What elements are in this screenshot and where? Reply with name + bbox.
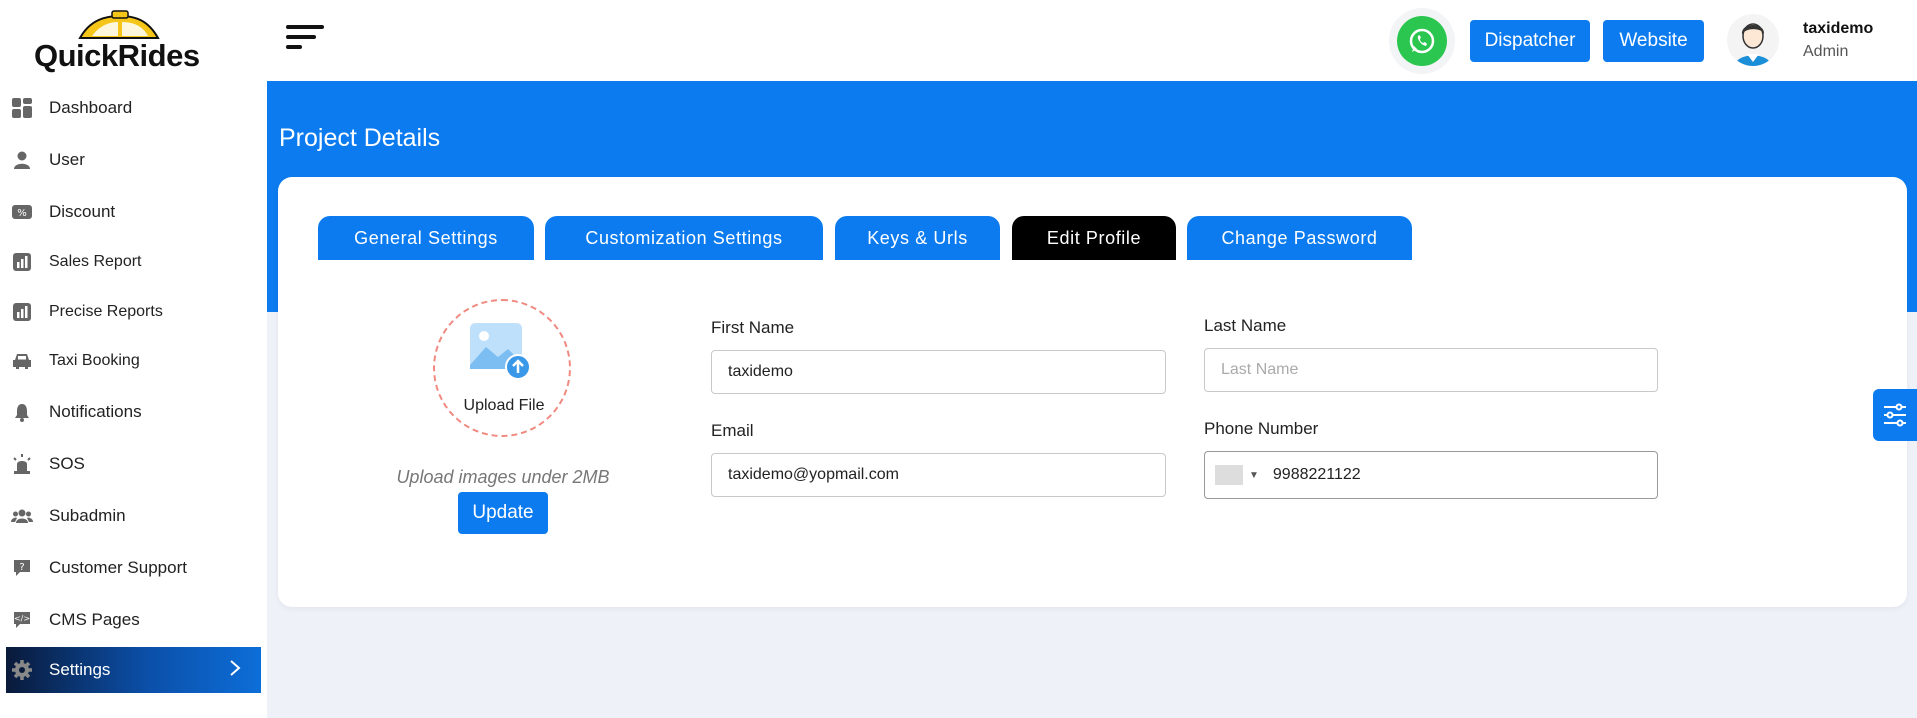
- email-label: Email: [711, 421, 754, 440]
- svg-text:</>: </>: [14, 614, 30, 623]
- user-icon: [11, 149, 33, 171]
- sidebar-item-sales-report[interactable]: Sales Report: [6, 239, 261, 285]
- caret-down-icon[interactable]: ▼: [1249, 470, 1259, 481]
- sidebar-item-label: Sales Report: [49, 253, 142, 270]
- tab-edit-profile[interactable]: Edit Profile: [1012, 216, 1176, 260]
- tab-change-password[interactable]: Change Password: [1187, 216, 1412, 260]
- sidebar-item-precise-reports[interactable]: Precise Reports: [6, 289, 261, 335]
- phone-field[interactable]: ▼ 9988221122: [1204, 451, 1658, 499]
- whatsapp-icon: [1397, 16, 1447, 66]
- customizer-toggle[interactable]: [1873, 389, 1917, 441]
- tab-customization-settings[interactable]: Customization Settings: [545, 216, 823, 260]
- sidebar-item-subadmin[interactable]: Subadmin: [6, 493, 261, 539]
- user-name: taxidemo: [1803, 20, 1874, 37]
- tab-keys-urls[interactable]: Keys & Urls: [835, 216, 1000, 260]
- sidebar-item-label: Precise Reports: [49, 303, 163, 320]
- avatar[interactable]: [1727, 14, 1779, 66]
- upload-hint: Upload images under 2MB: [396, 467, 610, 487]
- sidebar-item-label: Subadmin: [49, 506, 126, 525]
- sidebar-item-label: User: [49, 150, 85, 169]
- siren-icon: [11, 453, 33, 475]
- sidebar-item-label: Dashboard: [49, 98, 133, 117]
- sidebar-item-cms-pages[interactable]: </> CMS Pages: [6, 597, 261, 643]
- sidebar-item-label: Discount: [49, 202, 116, 221]
- sidebar-item-customer-support[interactable]: ? Customer Support: [6, 545, 261, 591]
- sidebar: QuickRides Dashboard User % Discount Sal…: [0, 0, 267, 718]
- brand-name: QuickRides: [34, 38, 200, 73]
- sidebar-item-label: CMS Pages: [49, 610, 140, 629]
- chart-icon: [11, 301, 33, 323]
- sidebar-item-sos[interactable]: SOS: [6, 441, 261, 487]
- sidebar-item-label: Settings: [49, 660, 111, 679]
- chevron-right-icon: [229, 659, 241, 682]
- settings-card: General Settings Customization Settings …: [278, 177, 1907, 607]
- dashboard-icon: [11, 97, 33, 119]
- brand-logo[interactable]: QuickRides: [30, 10, 200, 76]
- chart-icon: [11, 251, 33, 273]
- bell-icon: [11, 401, 33, 423]
- svg-text:%: %: [17, 208, 27, 219]
- discount-icon: %: [11, 201, 33, 223]
- sidebar-item-label: SOS: [49, 454, 85, 473]
- user-avatar-icon: [1727, 14, 1779, 66]
- website-button[interactable]: Website: [1603, 20, 1704, 62]
- country-flag-icon[interactable]: [1215, 465, 1243, 485]
- user-role: Admin: [1803, 43, 1849, 60]
- page-title: Project Details: [279, 124, 441, 152]
- update-button[interactable]: Update: [458, 492, 548, 534]
- sidebar-item-label: Customer Support: [49, 558, 187, 577]
- phone-value: 9988221122: [1272, 466, 1361, 483]
- first-name-field[interactable]: taxidemo: [711, 350, 1166, 394]
- sidebar-item-user[interactable]: User: [6, 137, 261, 183]
- dispatcher-button[interactable]: Dispatcher: [1470, 20, 1590, 62]
- svg-text:?: ?: [19, 562, 24, 573]
- gear-icon: [11, 659, 33, 681]
- users-icon: [11, 505, 33, 527]
- upload-label: Upload File: [463, 397, 545, 414]
- sidebar-item-taxi-booking[interactable]: Taxi Booking: [6, 338, 261, 384]
- image-upload-icon: [470, 323, 531, 380]
- first-name-label: First Name: [711, 318, 795, 337]
- sliders-icon: [1884, 403, 1906, 427]
- support-icon: ?: [11, 557, 33, 579]
- sidebar-item-dashboard[interactable]: Dashboard: [6, 85, 261, 131]
- top-bar: Dispatcher Website taxidemo Admin: [267, 0, 1917, 81]
- cms-icon: </>: [11, 609, 33, 631]
- sidebar-item-notifications[interactable]: Notifications: [6, 389, 261, 435]
- email-field[interactable]: taxidemo@yopmail.com: [711, 453, 1166, 497]
- upload-dropzone[interactable]: Upload File: [433, 299, 571, 437]
- whatsapp-button[interactable]: [1389, 8, 1455, 74]
- sidebar-item-label: Notifications: [49, 402, 142, 421]
- sidebar-item-label: Taxi Booking: [49, 352, 140, 369]
- tab-general-settings[interactable]: General Settings: [318, 216, 534, 260]
- sidebar-item-discount[interactable]: % Discount: [6, 189, 261, 235]
- car-icon: [11, 350, 33, 372]
- sidebar-item-settings[interactable]: Settings: [6, 647, 261, 693]
- last-name-field[interactable]: Last Name: [1204, 348, 1658, 392]
- menu-toggle-icon[interactable]: [286, 25, 326, 57]
- phone-label: Phone Number: [1204, 419, 1319, 438]
- last-name-label: Last Name: [1204, 316, 1287, 335]
